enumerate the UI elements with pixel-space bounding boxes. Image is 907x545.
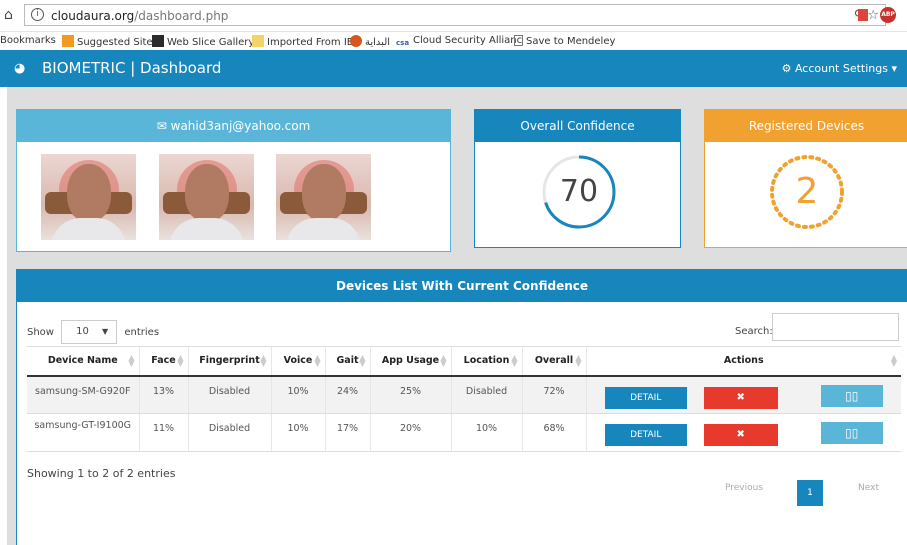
col-face[interactable]: Face ▲ ▼	[139, 346, 189, 377]
caret-down-icon: ▼	[102, 327, 109, 336]
face-image	[159, 154, 254, 240]
map-button[interactable]: ▯▯	[820, 422, 883, 444]
confidence-value: 70	[559, 174, 599, 209]
folder-icon	[252, 35, 264, 47]
face-image	[41, 154, 136, 240]
col-overall[interactable]: Overall ▲ ▼	[522, 346, 587, 377]
sort-icon: ▲ ▼	[128, 353, 135, 368]
suggested-sites-icon	[62, 35, 74, 47]
gait-cell: 17%	[325, 413, 371, 452]
search-input[interactable]	[772, 313, 899, 341]
map-icon: ▯▯	[845, 388, 859, 403]
fingerprint-cell: Disabled	[188, 413, 272, 452]
adblock-icon[interactable]: ABP	[880, 7, 896, 23]
previous-button[interactable]: Previous	[725, 483, 763, 493]
bookmarks-bar: Bookmarks Suggested Sites Web Slice Gall…	[0, 32, 907, 50]
location-cell: Disabled	[451, 375, 523, 414]
bookmarks-label: Bookmarks	[0, 35, 56, 46]
map-button[interactable]: ▯▯	[820, 384, 883, 407]
voice-cell: 10%	[271, 375, 326, 414]
map-icon: ▯▯	[845, 426, 859, 440]
url-text: cloudaura.org/dashboard.php	[51, 9, 229, 23]
devices-list-title: Devices List With Current Confidence	[17, 270, 907, 302]
sort-icon: ▲ ▼	[575, 353, 582, 368]
user-email: wahid3anj@yahoo.com	[170, 119, 311, 133]
page-title[interactable]: BIOMETRIC | Dashboard	[42, 59, 221, 77]
sort-icon: ▲ ▼	[890, 353, 897, 368]
info-icon[interactable]: i	[31, 8, 44, 21]
sort-icon: ▲ ▼	[359, 353, 366, 368]
col-fingerprint[interactable]: Fingerprint ▲ ▼	[188, 346, 272, 377]
dashboard-icon: ◕	[14, 61, 26, 76]
gait-cell: 24%	[325, 375, 371, 414]
location-cell: 10%	[451, 413, 523, 452]
bookmark-cloud-security[interactable]: csa Cloud Security Allianc	[396, 35, 522, 50]
overall-confidence-title: Overall Confidence	[475, 110, 680, 142]
device-name-cell: samsung-GT-I9100G	[27, 413, 140, 452]
col-voice[interactable]: Voice ▲ ▼	[271, 346, 326, 377]
actions-cell: DETAIL ✖ ▯▯	[586, 413, 901, 452]
registered-devices-panel: Registered Devices 2	[704, 109, 907, 248]
overall-cell: 68%	[522, 413, 587, 452]
fingerprint-cell: Disabled	[188, 375, 272, 414]
home-icon[interactable]: ⌂	[4, 8, 18, 22]
page-icon	[514, 35, 523, 46]
face-cell: 13%	[139, 375, 189, 414]
bookmark-save-to-mendeley[interactable]: Save to Mendeley	[514, 35, 615, 47]
devices-table: Device Name ▲ ▼ Face ▲ ▼ Fingerprint ▲ ▼ Voice…	[27, 346, 901, 452]
face-image	[276, 154, 371, 240]
app-usage-cell: 20%	[370, 413, 452, 452]
url-field[interactable]: i cloudaura.org/dashboard.php ⚲ ☆	[24, 4, 886, 26]
actions-cell: DETAIL ✖ ▯▯	[586, 375, 901, 414]
sort-icon: ▲ ▼	[260, 353, 267, 368]
registered-devices-title: Registered Devices	[705, 110, 907, 142]
sort-icon: ▲ ▼	[177, 353, 184, 368]
user-panel-header: ✉ wahid3anj@yahoo.com	[17, 110, 450, 142]
device-name-cell: samsung-SM-G920F	[27, 375, 140, 414]
user-panel: ✉ wahid3anj@yahoo.com	[16, 109, 451, 252]
app-navbar: ◕ BIOMETRIC | Dashboard ⚙ Account Settin…	[0, 50, 907, 87]
col-location[interactable]: Location ▲ ▼	[451, 346, 523, 377]
extension-icon[interactable]	[858, 9, 868, 21]
envelope-icon: ✉	[156, 119, 167, 133]
account-settings-menu[interactable]: ⚙ Account Settings ▾	[782, 62, 897, 75]
sort-icon: ▲ ▼	[314, 353, 321, 368]
page-1-button[interactable]: 1	[797, 480, 823, 506]
entries-select[interactable]: 10 ▼	[61, 320, 118, 344]
table-info: Showing 1 to 2 of 2 entries	[27, 467, 176, 480]
bookmark-suggested-sites[interactable]: Suggested Sites	[62, 35, 158, 48]
col-app-usage[interactable]: App Usage ▲ ▼	[370, 346, 452, 377]
sort-icon: ▲ ▼	[511, 353, 518, 368]
search-label: Search:	[735, 326, 773, 337]
csa-icon: csa	[396, 39, 410, 47]
bookmark-albidaya[interactable]: البداية	[350, 35, 390, 48]
globe-icon	[350, 35, 362, 47]
bookmark-web-slice-gallery[interactable]: Web Slice Gallery	[152, 35, 254, 48]
col-gait[interactable]: Gait ▲ ▼	[325, 346, 371, 377]
devices-list-panel: Devices List With Current Confidence Sho…	[16, 269, 907, 545]
devices-count: 2	[795, 171, 819, 212]
col-actions[interactable]: Actions ▲ ▼	[586, 346, 901, 377]
detail-button[interactable]: DETAIL	[604, 386, 687, 409]
web-slice-icon	[152, 35, 164, 47]
voice-cell: 10%	[271, 413, 326, 452]
detail-button[interactable]: DETAIL	[604, 424, 687, 446]
table-row: samsung-SM-G920F 13% Disabled 10% 24% 25…	[27, 375, 901, 414]
bookmark-imported-from-ie[interactable]: Imported From IE	[252, 35, 353, 48]
sort-icon: ▲ ▼	[440, 353, 447, 368]
browser-address-bar: ⌂ i cloudaura.org/dashboard.php ⚲ ☆ ABP	[0, 0, 907, 32]
col-device-name[interactable]: Device Name ▲ ▼	[27, 346, 140, 377]
face-cell: 11%	[139, 413, 189, 452]
table-row: samsung-GT-I9100G 11% Disabled 10% 17% 2…	[27, 413, 901, 452]
delete-button[interactable]: ✖	[703, 386, 778, 409]
entries-length-control: Show 10 ▼ entries	[27, 320, 159, 344]
overall-cell: 72%	[522, 375, 587, 414]
app-usage-cell: 25%	[370, 375, 452, 414]
overall-confidence-panel: Overall Confidence 70	[474, 109, 681, 248]
next-button[interactable]: Next	[858, 483, 879, 493]
delete-button[interactable]: ✖	[703, 424, 778, 446]
